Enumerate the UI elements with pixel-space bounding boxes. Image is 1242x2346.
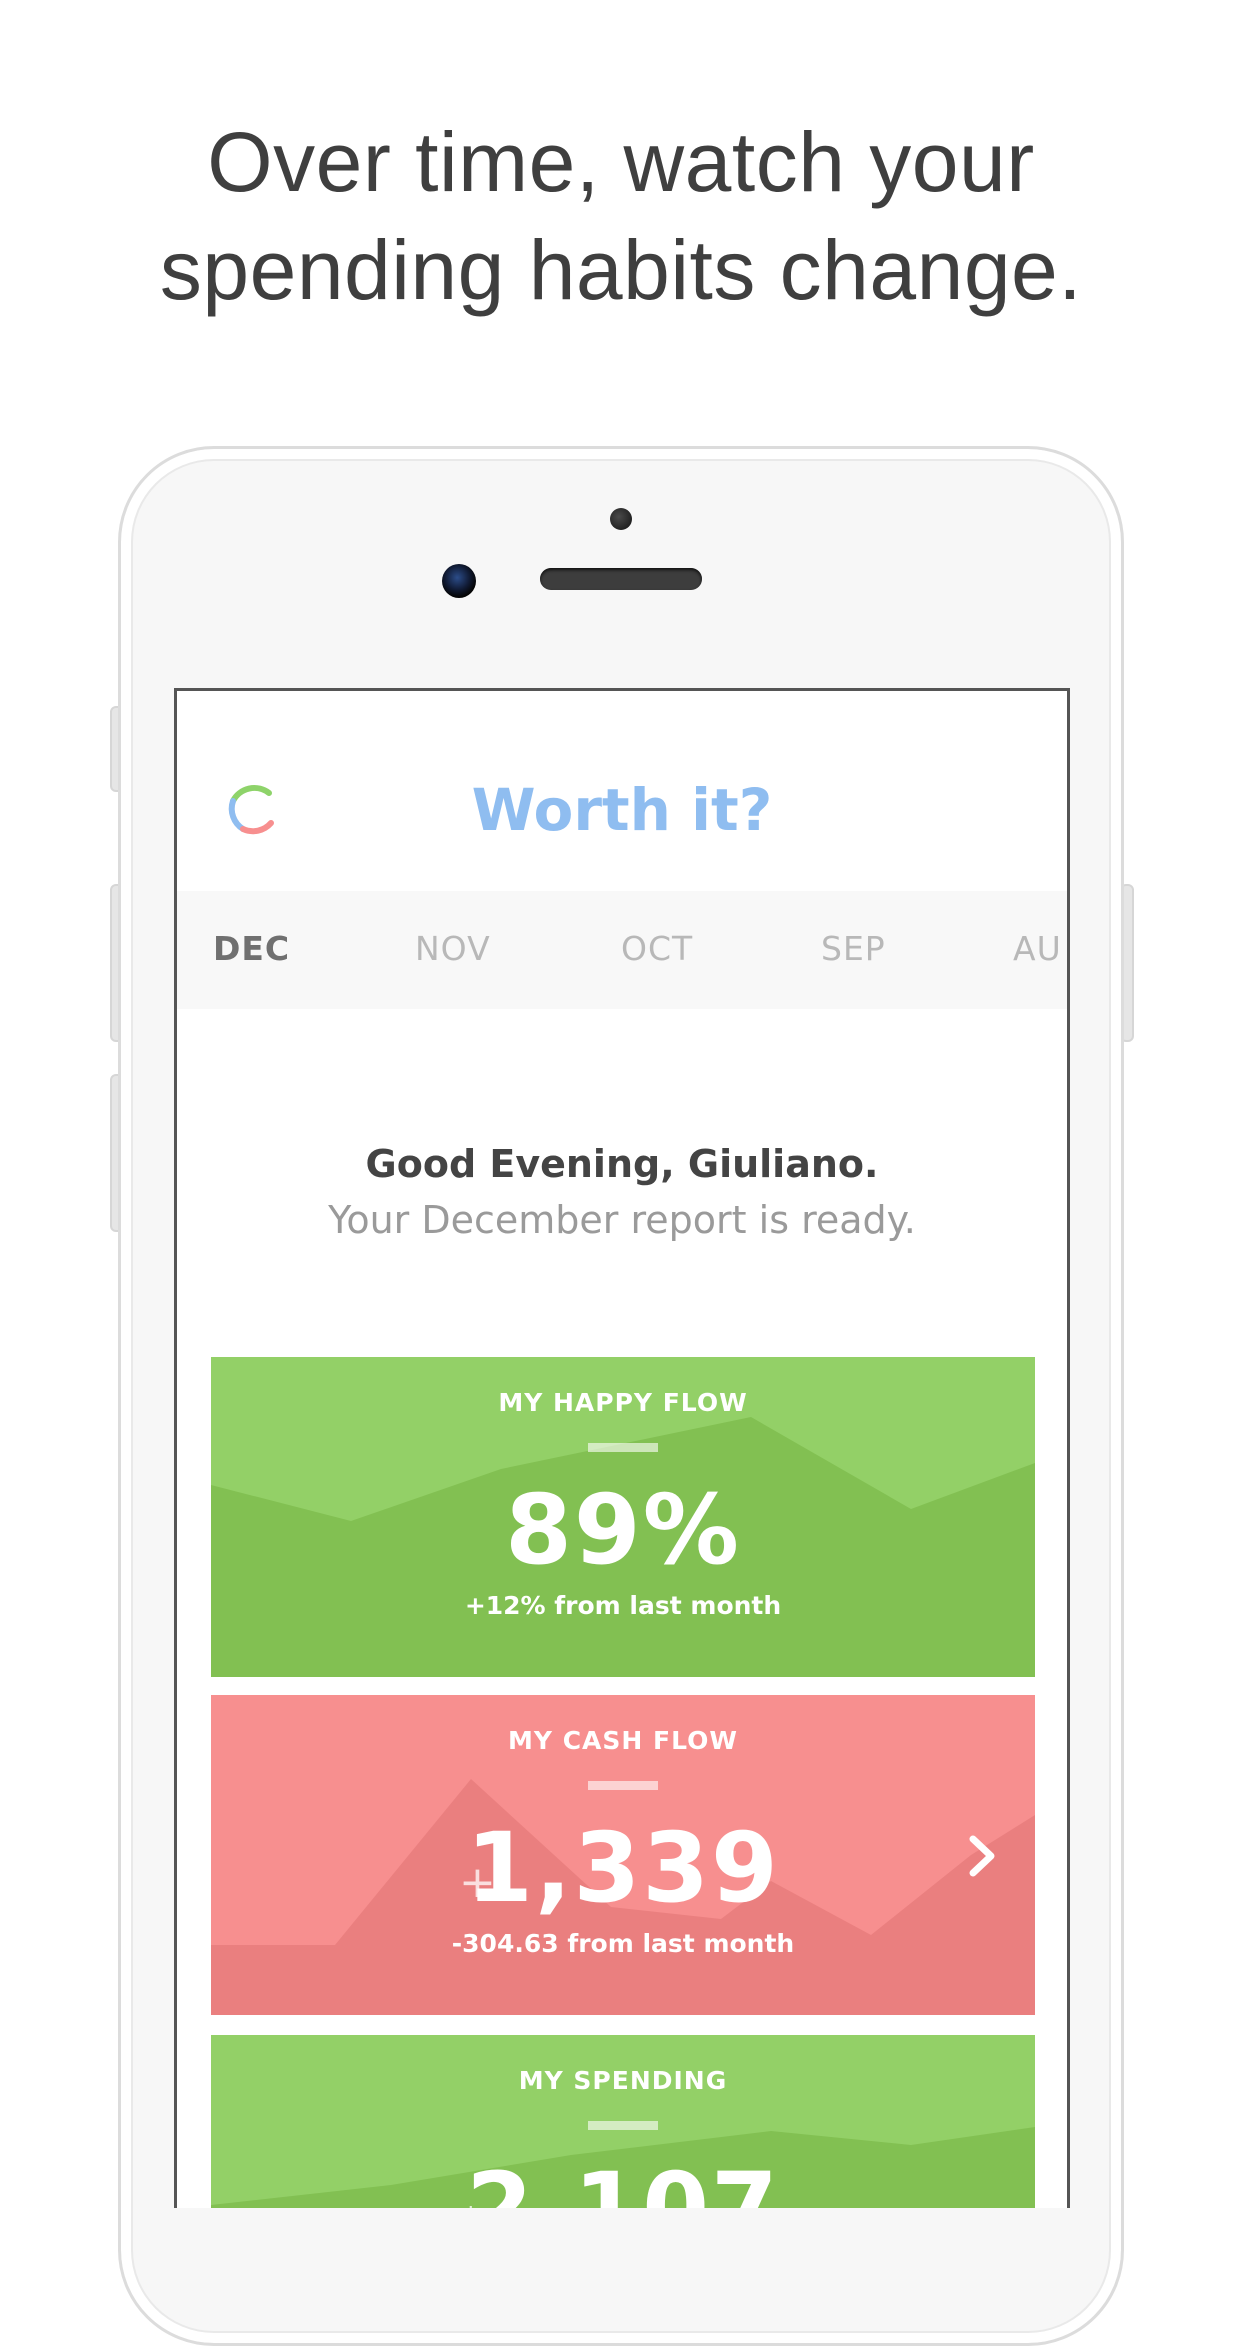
spending-card[interactable]: MY SPENDING $ 2,107 — [211, 2035, 1035, 2208]
headline: Over time, watch your spending habits ch… — [0, 108, 1242, 324]
month-tab-aug[interactable]: AU — [1013, 929, 1062, 969]
greeting-title: Good Evening, Giuliano. — [365, 1142, 879, 1186]
earpiece-speaker — [540, 568, 702, 590]
app-title: Worth it? — [471, 776, 773, 844]
card-divider — [588, 2121, 658, 2130]
month-tab-nov[interactable]: NOV — [415, 929, 491, 969]
card-value: 89% — [505, 1474, 741, 1586]
card-title: MY SPENDING — [518, 2066, 728, 2095]
app-header: Worth it? — [177, 691, 1067, 891]
card-divider — [588, 1781, 658, 1790]
card-value: 1,339 — [466, 1812, 780, 1924]
card-subtitle: -304.63 from last month — [451, 1929, 795, 1958]
chevron-right-icon[interactable] — [963, 1831, 1003, 1881]
headline-line-2: spending habits change. — [159, 223, 1083, 317]
card-title: MY CASH FLOW — [508, 1726, 738, 1755]
greeting-subtitle: Your December report is ready. — [328, 1198, 916, 1242]
month-tab-sep[interactable]: SEP — [821, 929, 886, 969]
month-tab-oct[interactable]: OCT — [621, 929, 693, 969]
happy-flow-card[interactable]: MY HAPPY FLOW 89% +12% from last month — [211, 1357, 1035, 1677]
proximity-sensor — [610, 508, 632, 530]
card-value: 2,107 — [466, 2152, 780, 2208]
headline-line-1: Over time, watch your — [207, 115, 1035, 209]
month-selector[interactable]: DEC NOV OCT SEP AU — [177, 891, 1067, 1009]
month-tab-dec[interactable]: DEC — [213, 929, 290, 969]
card-divider — [588, 1443, 658, 1452]
cash-flow-card[interactable]: MY CASH FLOW + 1,339 -304.63 from last m… — [211, 1695, 1035, 2015]
card-subtitle: +12% from last month — [464, 1591, 782, 1620]
front-camera — [442, 564, 476, 598]
card-title: MY HAPPY FLOW — [498, 1388, 748, 1417]
app-screen: Worth it? DEC NOV OCT SEP AU Good Evenin… — [174, 688, 1070, 2208]
